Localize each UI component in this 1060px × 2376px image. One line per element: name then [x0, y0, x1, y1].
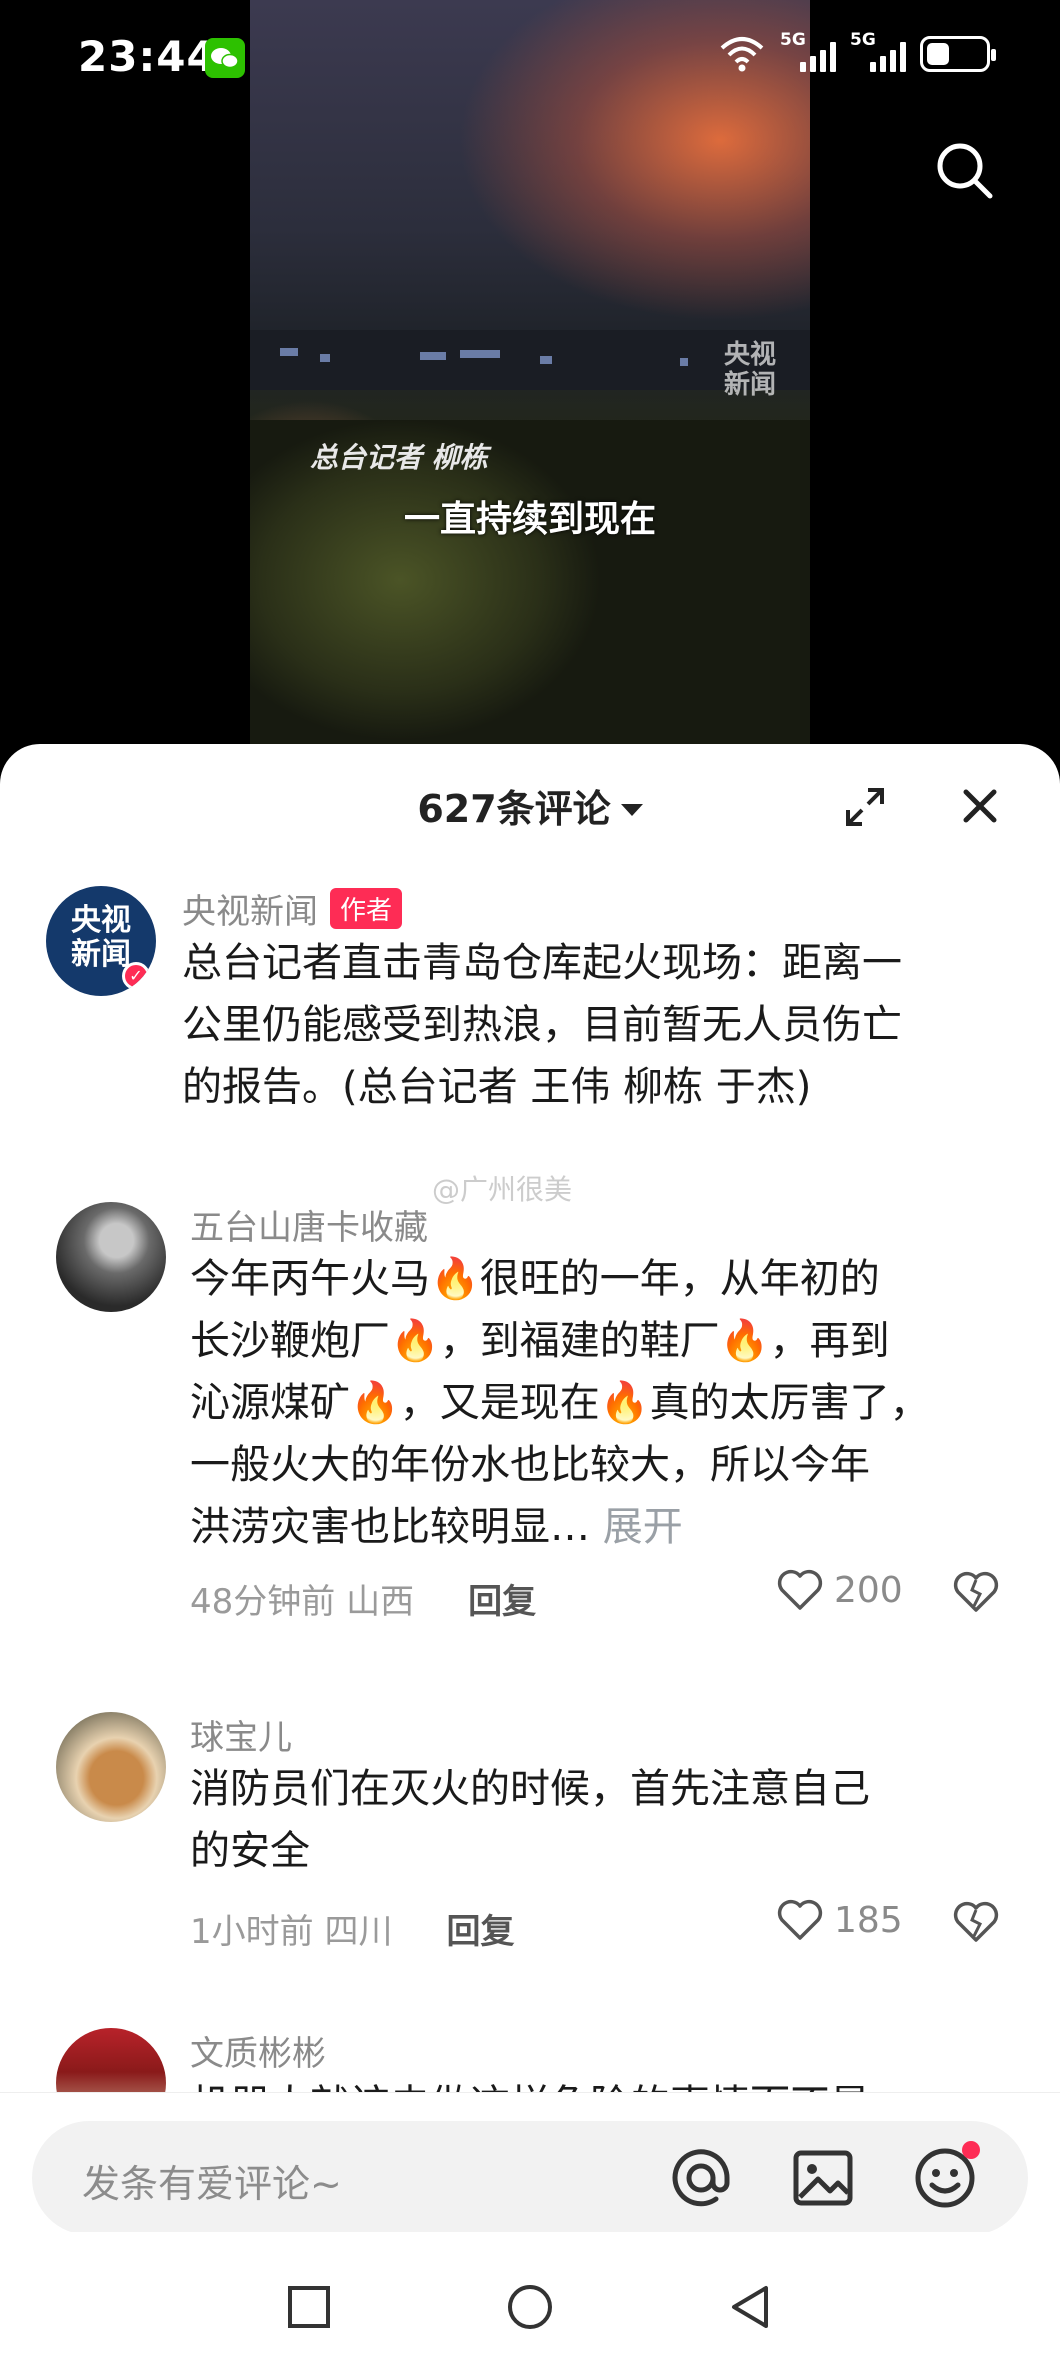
comment-line: 消防员们在灭火的时候，首先注意自己	[190, 1766, 870, 1812]
comment-text[interactable]: 今年丙午火马🔥很旺的一年，从年初的 长沙鞭炮厂🔥，到福建的鞋厂🔥，再到 沁源煤矿…	[190, 1248, 930, 1558]
comment-item: 球宝儿 消防员们在灭火的时候，首先注意自己 的安全 1小时前 四川 回复 185	[0, 1710, 1060, 1953]
comment-input-bar: 发条有爱评论~	[0, 2092, 1060, 2235]
like-button[interactable]: 200	[776, 1568, 903, 1612]
wifi-icon	[720, 37, 764, 72]
video-subtitle: 一直持续到现在	[403, 499, 656, 540]
caret-down-icon	[620, 803, 643, 816]
reporter-caption: 总台记者 柳栋	[310, 441, 488, 474]
like-count: 200	[834, 1569, 903, 1611]
home-icon[interactable]	[505, 2282, 555, 2332]
back-icon[interactable]	[726, 2282, 776, 2332]
signal-icon: 5G	[850, 30, 906, 74]
comment-line: 总台记者直击青岛仓库起火现场：距离一	[182, 940, 902, 986]
comment-username[interactable]: 球宝儿	[190, 1710, 292, 1759]
image-icon[interactable]	[790, 2145, 856, 2211]
comment-item: 五台山唐卡收藏 今年丙午火马🔥很旺的一年，从年初的 长沙鞭炮厂🔥，到福建的鞋厂🔥…	[0, 1200, 1060, 1623]
comment-line: 的报告。(总台记者 王伟 柳栋 于杰)	[182, 1064, 812, 1110]
comments-count-title[interactable]: 627条评论	[0, 778, 1060, 833]
verified-icon: ✓	[122, 962, 150, 990]
signal-icon: 5G	[780, 30, 836, 74]
emoji-icon[interactable]	[912, 2141, 980, 2211]
comments-header: 627条评论	[0, 744, 1060, 864]
comment-username[interactable]: 文质彬彬	[190, 2026, 326, 2075]
like-button[interactable]: 185	[776, 1898, 903, 1942]
comment-line: 一般火大的年份水也比较大，所以今年	[190, 1442, 870, 1488]
system-nav-bar	[0, 2232, 1060, 2376]
reply-button[interactable]: 回复	[468, 1574, 536, 1623]
heart-icon	[777, 1569, 823, 1610]
status-bar: 23:44 5G 5G	[0, 0, 1060, 110]
search-icon[interactable]	[934, 140, 996, 202]
heart-icon	[777, 1899, 823, 1940]
avatar[interactable]	[56, 1202, 166, 1312]
comment-text[interactable]: 消防员们在灭火的时候，首先注意自己 的安全	[190, 1758, 870, 1882]
comment-input-placeholder: 发条有爱评论~	[82, 2162, 342, 2206]
comment-line: 的安全	[190, 1828, 310, 1874]
comments-count-label: 627条评论	[417, 787, 611, 831]
dislike-icon[interactable]	[952, 1570, 1000, 1614]
wechat-icon	[205, 38, 245, 78]
recent-apps-icon[interactable]	[284, 2282, 334, 2332]
video-player[interactable]: 央视 新闻 总台记者 柳栋 一直持续到现在	[250, 0, 810, 760]
comment-line: 公里仍能感受到热浪，目前暂无人员伤亡	[182, 1002, 902, 1048]
expand-comment-link[interactable]: 展开	[603, 1504, 683, 1550]
reply-button[interactable]: 回复	[446, 1904, 514, 1953]
comment-line: 长沙鞭炮厂🔥，到福建的鞋厂🔥，再到	[190, 1318, 890, 1364]
comment-username[interactable]: 五台山唐卡收藏	[190, 1200, 428, 1249]
avatar-logo-text: 央视 新闻	[71, 903, 131, 972]
close-icon[interactable]	[960, 786, 1000, 826]
author-badge: 作者	[330, 888, 403, 929]
comment-text[interactable]: 总台记者直击青岛仓库起火现场：距离一 公里仍能感受到热浪，目前暂无人员伤亡 的报…	[182, 932, 902, 1118]
comment-input[interactable]: 发条有爱评论~	[32, 2121, 1028, 2235]
comment-time-location: 1小时前 四川	[190, 1912, 393, 1952]
avatar[interactable]: 央视 新闻 ✓	[46, 886, 156, 996]
comment-line: 今年丙午火马🔥很旺的一年，从年初的	[190, 1256, 880, 1302]
comment-time-location: 48分钟前 山西	[190, 1582, 415, 1622]
expand-icon[interactable]	[844, 786, 886, 828]
comment-line: 沁源煤矿🔥，又是现在🔥真的太厉害了，	[190, 1380, 930, 1426]
status-time: 23:44	[78, 32, 217, 81]
comment-username[interactable]: 央视新闻	[182, 892, 318, 932]
comment-item: 央视 新闻 ✓ 央视新闻 作者 总台记者直击青岛仓库起火现场：距离一 公里仍能感受…	[0, 884, 1060, 1144]
notification-dot	[962, 2141, 980, 2159]
like-count: 185	[834, 1899, 903, 1941]
dislike-icon[interactable]	[952, 1900, 1000, 1944]
at-icon[interactable]	[668, 2145, 734, 2211]
cctv-watermark: 央视 新闻	[723, 340, 776, 400]
comment-line: 洪涝灾害也比较明显…	[190, 1504, 590, 1550]
battery-icon	[920, 36, 996, 72]
avatar[interactable]	[56, 1712, 166, 1822]
